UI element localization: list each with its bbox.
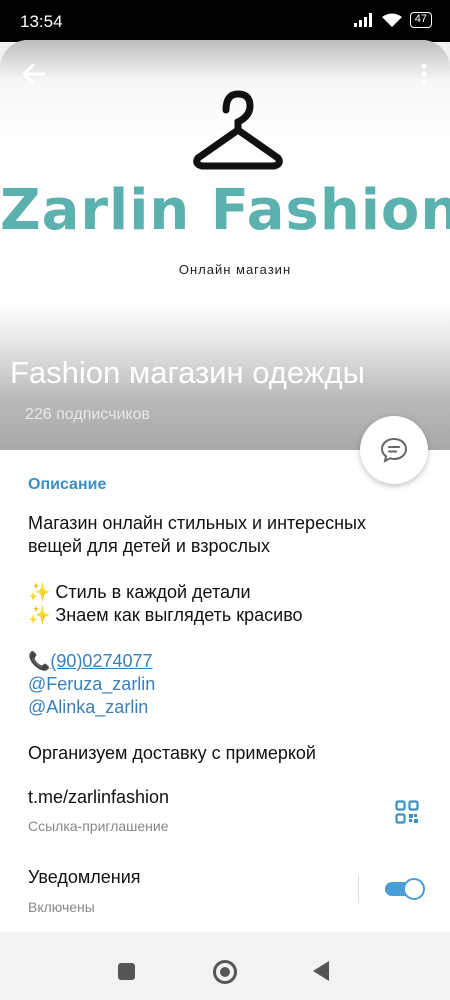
status-time: 13:54 [20,12,63,31]
brand-subtitle: Онлайн магазин [178,262,292,277]
notifications-status: Включены [28,899,95,915]
discussion-button[interactable] [360,416,428,484]
divider [358,875,359,903]
channel-info: Описание Магазин онлайн стильных и интер… [0,450,450,932]
brand-logo-text: Zarlin Fashion [0,178,450,243]
channel-header: Zarlin Fashion Онлайн магазин Fashion ма… [0,40,450,450]
back-button[interactable] [313,961,329,981]
phone-icon: 📞 [28,651,51,671]
chat-bubble-icon [380,437,408,463]
status-bar: 13:54 47 [0,0,450,42]
feature-line: ✨ Стиль в каждой детали [28,582,251,602]
subscriber-count: 226 подписчиков [25,406,150,423]
back-arrow-icon[interactable] [20,60,48,88]
recents-button[interactable] [118,963,135,980]
hanger-logo-icon [193,90,283,170]
phone-link[interactable]: (90)0274077 [50,651,152,671]
more-vertical-icon[interactable] [418,60,430,88]
description-line: Магазин онлайн стильных и интересных [28,513,366,533]
description-title: Описание [28,476,107,493]
contact-link[interactable]: @Alinka_zarlin [28,696,428,719]
system-nav-bar [0,932,450,1000]
qr-code-icon[interactable] [395,800,419,824]
home-button[interactable] [213,960,237,984]
toggle-knob [403,878,425,900]
channel-title: Fashion магазин одежды [10,355,365,390]
signal-icon [353,13,372,27]
notifications-title[interactable]: Уведомления [28,867,141,888]
status-icons: 47 [353,12,432,28]
invite-link-label: Ссылка-приглашение [28,818,169,834]
invite-link[interactable]: t.me/zarlinfashion [28,787,169,808]
battery-icon: 47 [409,12,432,28]
contact-link[interactable]: @Feruza_zarlin [28,673,428,696]
feature-line: ✨ Знаем как выглядеть красиво [28,605,303,625]
description-line: вещей для детей и взрослых [28,536,270,556]
notifications-toggle[interactable] [383,878,425,900]
delivery-line: Организуем доставку с примеркой [28,743,316,763]
phone-row: 📞(90)0274077 [28,650,428,673]
wifi-icon [381,13,402,27]
description-text: Магазин онлайн стильных и интересных вещ… [28,512,428,765]
